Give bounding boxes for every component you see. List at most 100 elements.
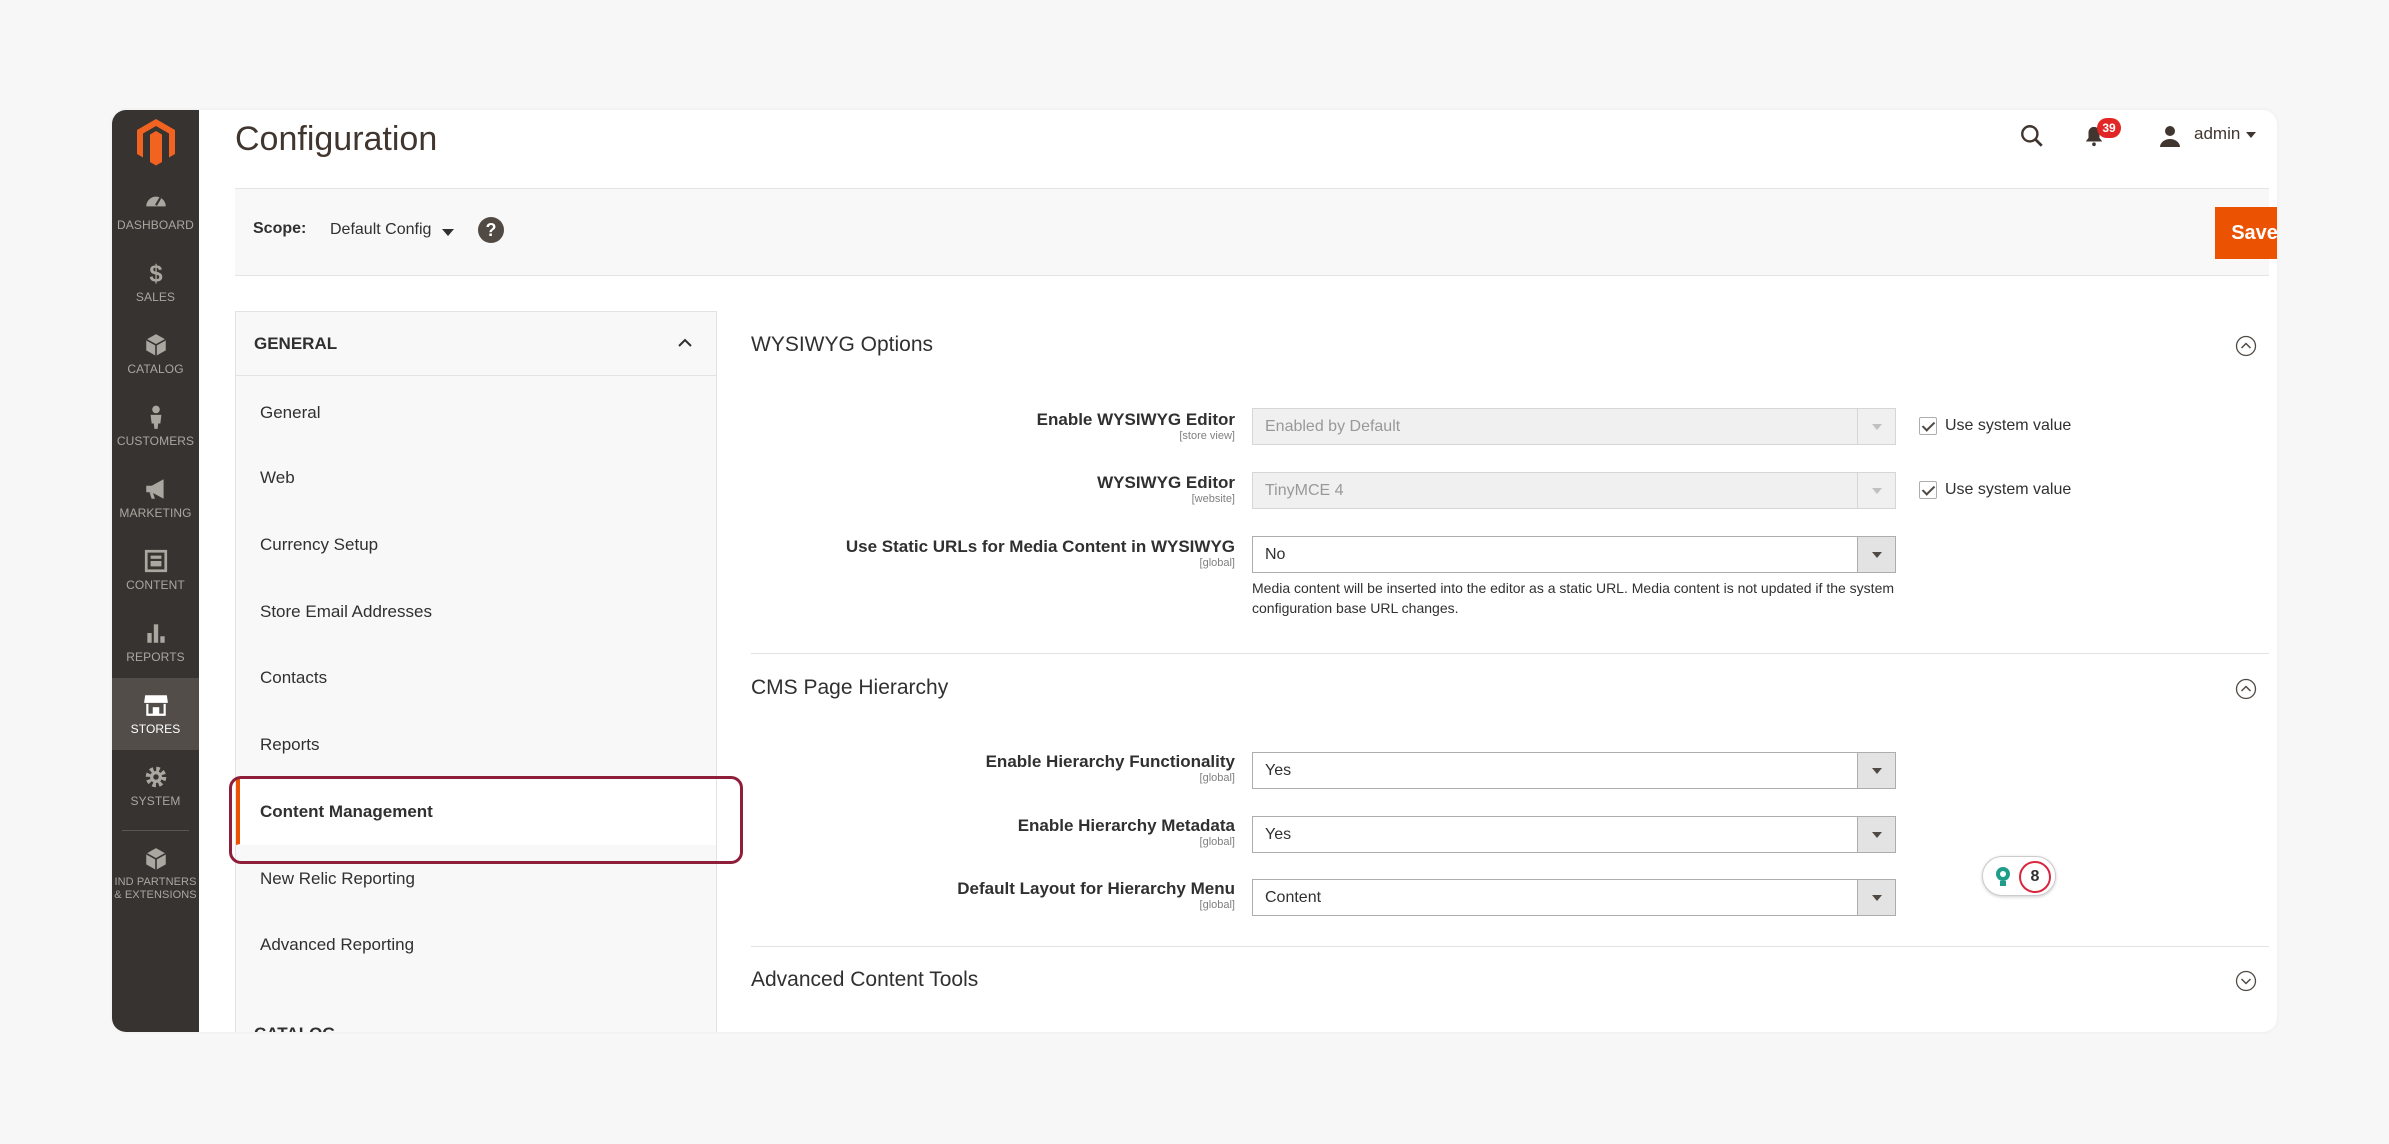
- widget-count: 8: [2019, 861, 2051, 893]
- static-urls-select[interactable]: No: [1252, 536, 1896, 573]
- field-scope: [global]: [1199, 772, 1235, 784]
- config-nav-item-currency-setup[interactable]: Currency Setup: [236, 512, 716, 578]
- field-label-text: Default Layout for Hierarchy Menu: [957, 879, 1235, 898]
- dashboard-icon: [145, 196, 166, 207]
- field-label-text: Enable Hierarchy Metadata: [1017, 816, 1235, 835]
- sidebar-item-label: DASHBOARD: [117, 217, 194, 232]
- section-advanced-content-tools[interactable]: Advanced Content Tools: [751, 950, 2269, 1014]
- sidebar-item-system[interactable]: SYSTEM: [112, 750, 199, 822]
- user-icon[interactable]: [2152, 118, 2188, 154]
- sidebar-item-sales[interactable]: $ SALES: [112, 246, 199, 318]
- select-value: No: [1265, 546, 1286, 563]
- section-title: Advanced Content Tools: [751, 968, 979, 991]
- field-label-wysiwyg-editor: WYSIWYG Editor [website]: [735, 473, 1235, 505]
- field-label-text: WYSIWYG Editor: [1097, 473, 1235, 492]
- sidebar-item-label: SYSTEM: [130, 793, 181, 808]
- enable-wysiwyg-select[interactable]: Enabled by Default: [1252, 408, 1896, 445]
- select-value: TinyMCE 4: [1265, 482, 1344, 499]
- enable-hierarchy-select[interactable]: Yes: [1252, 752, 1896, 789]
- cube-icon: [145, 333, 166, 356]
- gear-icon: [145, 766, 166, 788]
- section-cms-page-hierarchy[interactable]: CMS Page Hierarchy: [751, 658, 2269, 722]
- scope-label: Scope:: [253, 220, 307, 237]
- config-nav-group-general[interactable]: GENERAL: [236, 312, 716, 376]
- sidebar-item-content[interactable]: CONTENT: [112, 534, 199, 606]
- config-nav-item-store-email-addresses[interactable]: Store Email Addresses: [236, 579, 716, 645]
- save-config-button[interactable]: Save Config: [2215, 207, 2277, 259]
- sidebar-item-label: SALES: [135, 289, 176, 304]
- section-wysiwyg-options[interactable]: WYSIWYG Options: [751, 315, 2269, 379]
- expand-icon: [2235, 970, 2257, 992]
- person-icon: [150, 405, 161, 429]
- lightbulb-icon: [1996, 867, 2010, 886]
- sidebar-item-customers[interactable]: CUSTOMERS: [112, 390, 199, 462]
- chevron-down-icon: [2246, 131, 2257, 138]
- config-nav-item-label: General: [260, 403, 321, 422]
- default-layout-select[interactable]: Content: [1252, 879, 1896, 916]
- page-title: Configuration: [235, 120, 438, 158]
- hierarchy-metadata-select[interactable]: Yes: [1252, 816, 1896, 853]
- bar-chart-icon: [146, 624, 165, 643]
- wysiwyg-editor-select[interactable]: TinyMCE 4: [1252, 472, 1896, 509]
- config-nav-item-label: Web: [260, 468, 295, 487]
- config-nav-item-web[interactable]: Web: [236, 445, 716, 511]
- field-scope: [website]: [1191, 493, 1235, 505]
- section-title: CMS Page Hierarchy: [751, 676, 949, 699]
- sidebar-item-label: MARKETING: [119, 505, 192, 520]
- collapse-icon: [2235, 335, 2257, 357]
- admin-user-menu[interactable]: admin: [2194, 122, 2257, 146]
- chevron-up-icon: [678, 338, 692, 347]
- assistant-widget[interactable]: 8: [1982, 856, 2056, 896]
- admin-sidebar: DASHBOARD $ SALES CATALOG CUSTOMERS MARK…: [112, 110, 199, 1032]
- sidebar-divider: [122, 830, 189, 831]
- sidebar-item-label: CUSTOMERS: [116, 433, 195, 448]
- config-nav-item-label: Reports: [260, 735, 320, 754]
- select-value: Content: [1265, 889, 1322, 906]
- search-icon[interactable]: [2014, 118, 2050, 154]
- sidebar-item-stores[interactable]: STORES: [112, 678, 199, 750]
- sidebar-item-partners-extensions[interactable]: IND PARTNERS & EXTENSIONS: [112, 834, 199, 914]
- sidebar-item-marketing[interactable]: MARKETING: [112, 462, 199, 534]
- field-label-text: Enable WYSIWYG Editor: [1036, 410, 1235, 429]
- config-nav-item-label: Advanced Reporting: [260, 935, 415, 954]
- chevron-down-icon: [1857, 537, 1895, 572]
- chevron-down-icon: [1857, 880, 1895, 915]
- select-value: Enabled by Default: [1265, 418, 1401, 435]
- collapse-icon: [2235, 678, 2257, 700]
- chevron-down-icon: [1857, 817, 1895, 852]
- content-icon: [144, 549, 167, 572]
- chevron-down-icon[interactable]: [442, 229, 454, 236]
- config-nav-item-advanced-reporting[interactable]: Advanced Reporting: [236, 912, 716, 978]
- highlight-annotation: [229, 776, 743, 864]
- magento-logo[interactable]: [112, 110, 199, 174]
- section-divider: [751, 653, 2269, 654]
- chevron-down-icon: [1857, 753, 1895, 788]
- config-nav-group-catalog[interactable]: CATALOG: [254, 1024, 336, 1032]
- config-nav-item-label: New Relic Reporting: [260, 869, 415, 888]
- config-nav-group-label: GENERAL: [254, 334, 338, 353]
- field-label-static-urls: Use Static URLs for Media Content in WYS…: [735, 537, 1235, 569]
- config-nav-item-contacts[interactable]: Contacts: [236, 645, 716, 711]
- sidebar-item-label: STORES: [130, 721, 181, 736]
- config-nav-item-label: Contacts: [260, 668, 328, 687]
- config-nav-item-reports[interactable]: Reports: [236, 712, 716, 778]
- field-scope: [global]: [1199, 557, 1235, 569]
- select-value: Yes: [1265, 826, 1292, 843]
- help-icon[interactable]: ?: [478, 217, 504, 243]
- sidebar-item-label: CATALOG: [127, 361, 184, 376]
- sidebar-item-label: REPORTS: [126, 649, 185, 664]
- scope-switcher[interactable]: Default Config: [330, 221, 431, 239]
- sidebar-item-reports[interactable]: REPORTS: [112, 606, 199, 678]
- config-nav: GENERAL General Web Currency Setup Store…: [235, 311, 717, 1032]
- sidebar-item-label: IND PARTNERS & EXTENSIONS: [114, 875, 197, 901]
- svg-text:$: $: [149, 260, 162, 285]
- notification-badge[interactable]: 39: [2097, 118, 2121, 138]
- chevron-down-icon: [1857, 473, 1895, 508]
- select-value: Yes: [1265, 762, 1292, 779]
- extensions-icon: [145, 847, 166, 870]
- megaphone-icon: [145, 479, 164, 499]
- config-nav-item-general[interactable]: General: [236, 380, 716, 446]
- sidebar-item-catalog[interactable]: CATALOG: [112, 318, 199, 390]
- checkbox-label: Use system value: [1945, 481, 2072, 498]
- sidebar-item-dashboard[interactable]: DASHBOARD: [112, 174, 199, 246]
